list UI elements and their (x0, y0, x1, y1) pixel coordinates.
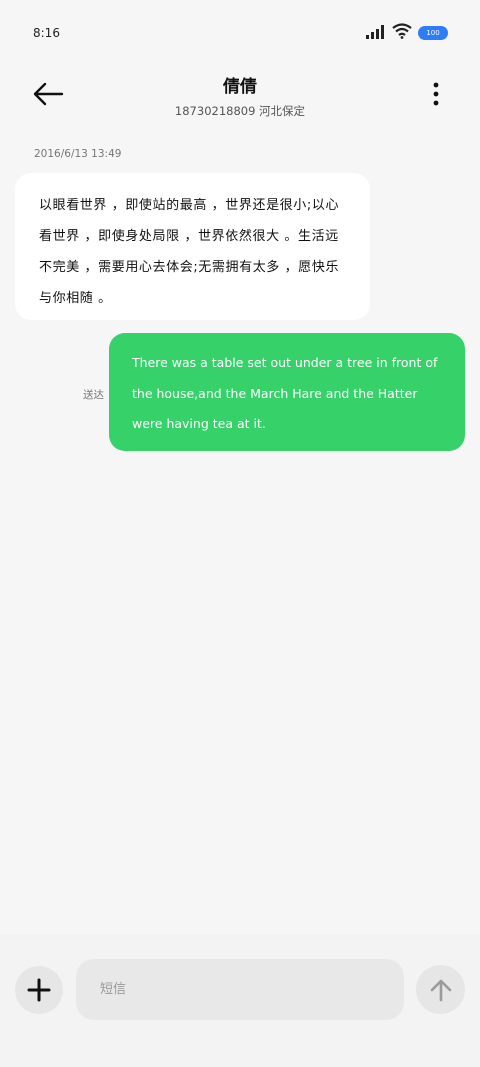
status-bar: 8:16 100 (0, 0, 480, 64)
delivery-status: 送达 (83, 389, 104, 401)
status-time: 8:16 (33, 26, 60, 40)
more-vertical-icon (433, 82, 439, 106)
battery-icon: 100 (418, 26, 448, 40)
contact-name: 倩倩 (223, 77, 257, 97)
message-input[interactable] (76, 959, 404, 1020)
incoming-message-bubble[interactable]: 以眼看世界 ，即使站的最高 ，世界还是很小;以心看世界 ，即使身处局限 ，世界依… (15, 173, 370, 320)
add-attachment-button[interactable] (15, 966, 63, 1014)
plus-icon (27, 978, 51, 1002)
message-timestamp: 2016/6/13 13:49 (34, 148, 122, 160)
arrow-up-icon (430, 979, 451, 1001)
status-icons: 100 (366, 22, 448, 44)
outgoing-message-bubble[interactable]: There was a table set out under a tree i… (109, 333, 465, 451)
signal-icon (366, 24, 386, 43)
conversation-header: 倩倩 18730218809 河北保定 (0, 64, 480, 134)
more-options-button[interactable] (428, 78, 444, 110)
wifi-icon (392, 23, 412, 43)
contact-subtitle: 18730218809 河北保定 (174, 104, 306, 118)
send-button[interactable] (416, 965, 465, 1014)
